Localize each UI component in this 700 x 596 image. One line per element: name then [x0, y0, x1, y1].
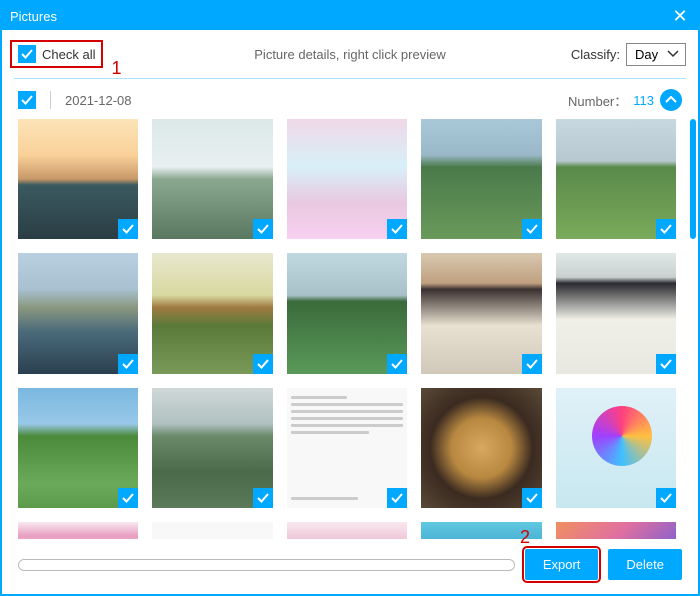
selected-tick[interactable] — [253, 219, 273, 239]
date-box: 2021-12-08 — [18, 91, 132, 109]
check-icon — [526, 223, 538, 235]
count-label: Number： — [568, 91, 627, 110]
annotation-2: 2 — [520, 527, 530, 548]
thumbnail[interactable] — [287, 253, 407, 373]
check-all-container: Check all — [10, 40, 103, 68]
thumbnail-grid — [18, 119, 688, 508]
selected-tick[interactable] — [387, 219, 407, 239]
thumbnail[interactable] — [18, 388, 138, 508]
check-icon — [257, 358, 269, 370]
selected-tick[interactable] — [253, 488, 273, 508]
close-icon[interactable]: ✕ — [670, 6, 690, 27]
check-icon — [660, 223, 672, 235]
check-icon — [660, 358, 672, 370]
thumbnail-image — [287, 522, 407, 539]
progress-bar — [18, 559, 515, 571]
thumbnail[interactable] — [421, 119, 541, 239]
selected-tick[interactable] — [522, 219, 542, 239]
selected-tick[interactable] — [118, 354, 138, 374]
selected-tick[interactable] — [656, 354, 676, 374]
check-icon — [257, 223, 269, 235]
thumbnail[interactable] — [152, 253, 272, 373]
thumbnail-image — [18, 522, 138, 539]
check-icon — [257, 492, 269, 504]
selected-tick[interactable] — [387, 488, 407, 508]
check-icon — [391, 358, 403, 370]
thumbnail[interactable] — [18, 522, 138, 539]
check-icon — [122, 223, 134, 235]
selected-tick[interactable] — [118, 488, 138, 508]
check-icon — [526, 358, 538, 370]
group-checkbox[interactable] — [18, 91, 36, 109]
window-title: Pictures — [10, 9, 57, 24]
group-count: Number： 113 — [568, 89, 682, 111]
thumbnail[interactable] — [18, 119, 138, 239]
thumbnail[interactable] — [18, 253, 138, 373]
selected-tick[interactable] — [253, 354, 273, 374]
check-icon — [21, 48, 33, 60]
check-icon — [21, 94, 33, 106]
classify-label: Classify: — [571, 47, 620, 62]
check-icon — [391, 492, 403, 504]
group-header: 2021-12-08 Number： 113 — [2, 79, 698, 119]
divider-vertical — [50, 91, 51, 109]
check-icon — [526, 492, 538, 504]
thumbnail[interactable] — [556, 388, 676, 508]
thumbnail[interactable] — [287, 388, 407, 508]
titlebar: Pictures ✕ — [2, 2, 698, 30]
check-all-checkbox[interactable] — [18, 45, 36, 63]
classify-select[interactable]: Day — [626, 43, 686, 66]
selected-tick[interactable] — [522, 354, 542, 374]
thumbnail-grid-partial — [18, 522, 688, 539]
footer: 2 Export Delete — [2, 539, 698, 594]
thumbnail[interactable] — [421, 388, 541, 508]
selected-tick[interactable] — [118, 219, 138, 239]
thumbnail[interactable] — [287, 522, 407, 539]
classify-value: Day — [635, 47, 658, 62]
annotation-1: 1 — [111, 58, 121, 79]
check-icon — [122, 492, 134, 504]
header-row: Check all 1 Picture details, right click… — [2, 30, 698, 78]
collapse-button[interactable] — [660, 89, 682, 111]
chevron-up-icon — [665, 96, 677, 104]
thumbnail[interactable] — [556, 119, 676, 239]
classify-box: Classify: Day — [571, 43, 686, 66]
thumbnail[interactable] — [152, 522, 272, 539]
check-icon — [122, 358, 134, 370]
thumbnail[interactable] — [556, 522, 676, 539]
selected-tick[interactable] — [656, 488, 676, 508]
scrollbar-thumb[interactable] — [690, 119, 696, 239]
count-value: 113 — [633, 93, 654, 108]
check-all-label: Check all — [42, 47, 95, 62]
thumbnail[interactable] — [152, 388, 272, 508]
check-icon — [660, 492, 672, 504]
thumbnail[interactable] — [152, 119, 272, 239]
scrollbar[interactable] — [690, 119, 696, 539]
thumbnail-image — [152, 522, 272, 539]
thumbnail[interactable] — [287, 119, 407, 239]
thumbnail-image — [556, 522, 676, 539]
selected-tick[interactable] — [387, 354, 407, 374]
export-button[interactable]: Export — [525, 549, 599, 580]
selected-tick[interactable] — [522, 488, 542, 508]
thumbnail[interactable] — [421, 253, 541, 373]
thumbnail-grid-area — [2, 119, 698, 539]
selected-tick[interactable] — [656, 219, 676, 239]
chevron-down-icon — [667, 50, 679, 58]
thumbnail[interactable] — [556, 253, 676, 373]
delete-button[interactable]: Delete — [608, 549, 682, 580]
header-hint: Picture details, right click preview — [254, 47, 445, 62]
group-date: 2021-12-08 — [65, 93, 132, 108]
check-icon — [391, 223, 403, 235]
